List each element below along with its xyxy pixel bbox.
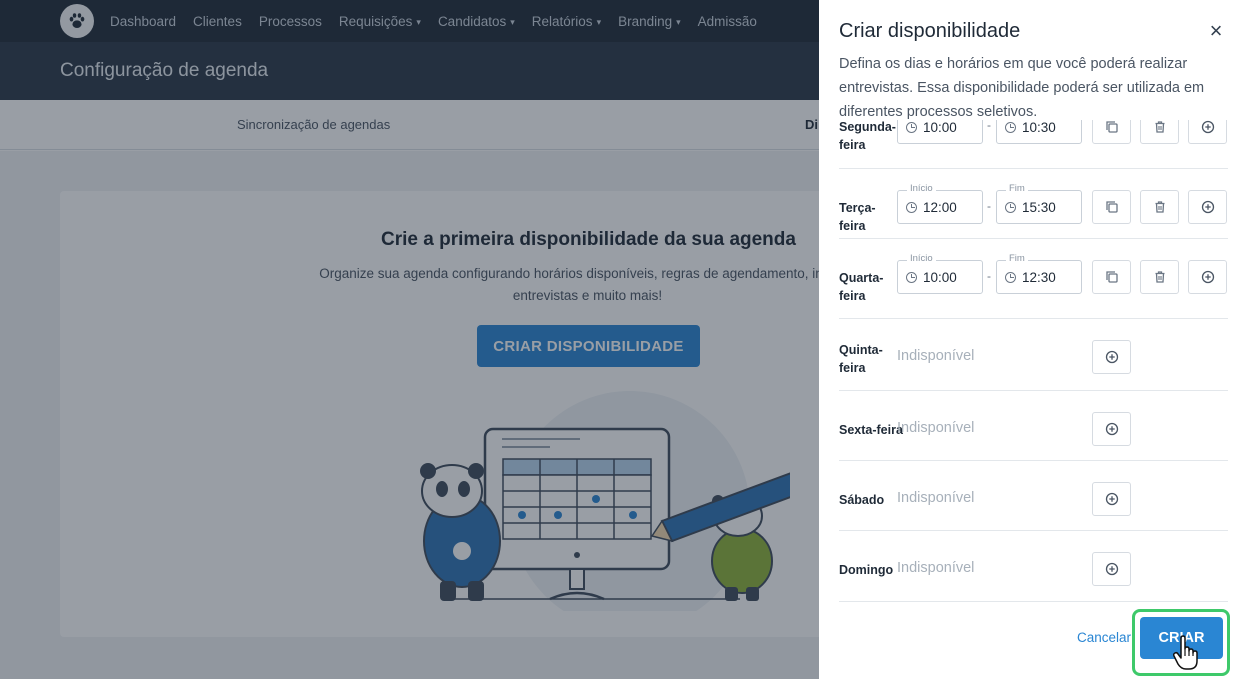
day-name: Segunda- feira bbox=[839, 120, 897, 154]
end-time-value: 10:30 bbox=[1022, 120, 1056, 135]
clock-icon bbox=[1005, 271, 1016, 283]
drawer-footer: Cancelar CRIAR bbox=[819, 603, 1242, 679]
add-interval-button[interactable] bbox=[1188, 260, 1227, 294]
trash-icon bbox=[1155, 271, 1164, 283]
day-name-line: Terça-feira bbox=[839, 201, 876, 233]
day-row-domingo: Domingo Indisponível bbox=[839, 531, 1228, 602]
weekday-list: Segunda- feira 10:00 - 10:30 Terça-feira… bbox=[839, 120, 1228, 603]
end-time-field[interactable]: Fim 15:30 bbox=[996, 183, 1082, 224]
add-circle-icon bbox=[1201, 200, 1214, 214]
drawer-intro: Defina os dias e horários em que você po… bbox=[839, 56, 1205, 120]
create-availability-drawer: Criar disponibilidade × Defina os dias e… bbox=[819, 0, 1242, 679]
copy-button[interactable] bbox=[1092, 190, 1131, 224]
delete-button[interactable] bbox=[1140, 260, 1179, 294]
day-name: Terça-feira bbox=[839, 199, 897, 235]
start-time-value: 10:00 bbox=[923, 120, 957, 135]
day-name: Domingo bbox=[839, 561, 897, 579]
day-name-line: feira bbox=[839, 138, 866, 152]
delete-button[interactable] bbox=[1140, 190, 1179, 224]
add-circle-icon bbox=[1105, 350, 1118, 364]
start-time-field[interactable]: Início 10:00 bbox=[897, 253, 983, 294]
day-name-line: Sábado bbox=[839, 493, 885, 507]
unavailable-label: Indisponível bbox=[897, 490, 975, 506]
day-name-line: Quinta- bbox=[839, 343, 883, 357]
day-name: Quarta- feira bbox=[839, 269, 897, 305]
copy-icon bbox=[1105, 121, 1118, 133]
add-interval-button[interactable] bbox=[1092, 482, 1131, 516]
add-circle-icon bbox=[1105, 422, 1118, 436]
clock-icon bbox=[1005, 121, 1016, 133]
day-name: Quinta- feira bbox=[839, 341, 897, 377]
day-name-line: feira bbox=[839, 361, 866, 375]
close-icon[interactable]: × bbox=[1205, 20, 1227, 42]
day-name-line: feira bbox=[839, 289, 866, 303]
copy-icon bbox=[1105, 271, 1118, 283]
end-time-value: 15:30 bbox=[1022, 199, 1056, 215]
add-interval-button[interactable] bbox=[1092, 412, 1131, 446]
range-dash: - bbox=[987, 120, 991, 132]
add-circle-icon bbox=[1201, 270, 1214, 284]
add-circle-icon bbox=[1105, 562, 1118, 576]
copy-icon bbox=[1105, 201, 1118, 213]
day-name: Sábado bbox=[839, 491, 897, 509]
range-dash: - bbox=[987, 269, 991, 283]
end-time-value: 12:30 bbox=[1022, 269, 1056, 285]
end-time-field[interactable]: 10:30 bbox=[996, 120, 1082, 144]
start-time-label: Início bbox=[907, 253, 936, 264]
unavailable-label: Indisponível bbox=[897, 560, 975, 576]
start-time-value: 10:00 bbox=[923, 269, 957, 285]
start-time-field[interactable]: Início 12:00 bbox=[897, 183, 983, 224]
add-circle-icon bbox=[1105, 492, 1118, 506]
day-row-sabado: Sábado Indisponível bbox=[839, 461, 1228, 531]
start-time-value: 12:00 bbox=[923, 199, 957, 215]
unavailable-label: Indisponível bbox=[897, 420, 975, 436]
day-row-quarta: Quarta- feira Início 10:00 - Fim 12:30 bbox=[839, 239, 1228, 319]
day-name-line: Domingo bbox=[839, 563, 894, 577]
day-row-quinta: Quinta- feira Indisponível bbox=[839, 319, 1228, 391]
clock-icon bbox=[906, 121, 917, 133]
unavailable-label: Indisponível bbox=[897, 348, 975, 364]
add-interval-button[interactable] bbox=[1188, 190, 1227, 224]
start-time-label: Início bbox=[907, 183, 936, 194]
day-row-terca: Terça-feira Início 12:00 - Fim 15:30 bbox=[839, 169, 1228, 239]
add-interval-button[interactable] bbox=[1092, 552, 1131, 586]
add-interval-button[interactable] bbox=[1188, 120, 1227, 144]
modal-overlay[interactable] bbox=[0, 0, 819, 679]
copy-button[interactable] bbox=[1092, 260, 1131, 294]
end-time-field[interactable]: Fim 12:30 bbox=[996, 253, 1082, 294]
add-circle-icon bbox=[1201, 120, 1214, 134]
start-time-field[interactable]: 10:00 bbox=[897, 120, 983, 144]
day-row-sexta: Sexta-feira Indisponível bbox=[839, 391, 1228, 461]
end-time-label: Fim bbox=[1006, 253, 1028, 264]
end-time-label: Fim bbox=[1006, 183, 1028, 194]
day-name-line: Sexta-feira bbox=[839, 423, 903, 437]
clock-icon bbox=[906, 271, 917, 283]
day-row-segunda: Segunda- feira 10:00 - 10:30 bbox=[839, 120, 1228, 169]
clock-icon bbox=[906, 201, 917, 213]
day-name-line: Segunda- bbox=[839, 120, 896, 134]
delete-button[interactable] bbox=[1140, 120, 1179, 144]
range-dash: - bbox=[987, 199, 991, 213]
add-interval-button[interactable] bbox=[1092, 340, 1131, 374]
cancel-button[interactable]: Cancelar bbox=[1077, 630, 1131, 645]
clock-icon bbox=[1005, 201, 1016, 213]
drawer-title: Criar disponibilidade bbox=[839, 20, 1021, 42]
trash-icon bbox=[1155, 201, 1164, 213]
copy-button[interactable] bbox=[1092, 120, 1131, 144]
day-name-line: Quarta- bbox=[839, 271, 884, 285]
hand-pointer-icon bbox=[1172, 635, 1198, 670]
trash-icon bbox=[1155, 121, 1164, 133]
